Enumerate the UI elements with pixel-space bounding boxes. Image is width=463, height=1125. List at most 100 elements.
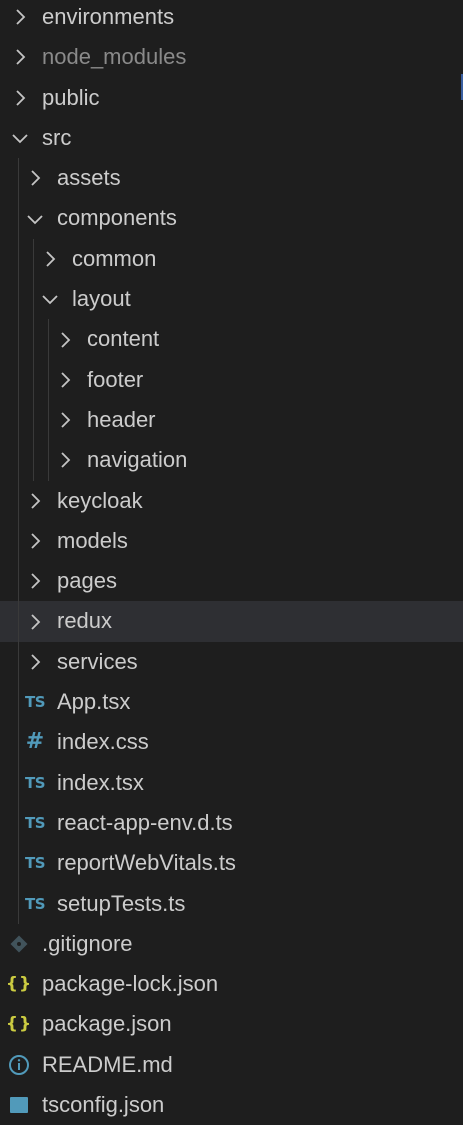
file-row-package-json[interactable]: {} package.json	[0, 1004, 463, 1044]
indent-guide	[33, 319, 34, 360]
indent-guide	[18, 682, 19, 723]
chevron-right-icon[interactable]	[24, 561, 46, 601]
folder-label: footer	[87, 366, 144, 392]
folder-label: navigation	[87, 447, 188, 473]
indent-guide	[18, 762, 19, 803]
folder-label: src	[42, 124, 72, 150]
folder-label: keycloak	[57, 487, 143, 513]
folder-row-models[interactable]: models	[0, 520, 463, 562]
folder-row-services[interactable]: services	[0, 641, 463, 683]
chevron-down-icon[interactable]	[24, 198, 46, 238]
chevron-right-icon[interactable]	[39, 239, 61, 279]
indent-guide	[18, 480, 19, 521]
folder-label: models	[57, 527, 128, 553]
chevron-right-icon[interactable]	[54, 440, 76, 480]
indent-guide	[18, 238, 19, 280]
indent-guide	[18, 158, 19, 199]
css-file-icon: #	[25, 729, 45, 755]
indent-guide	[18, 641, 19, 683]
typescript-file-icon: TS	[24, 854, 46, 873]
chevron-right-icon[interactable]	[54, 319, 76, 359]
folder-row-layout[interactable]: layout	[0, 279, 463, 320]
file-label: reportWebVitals.ts	[57, 850, 236, 876]
indent-guide	[18, 561, 19, 602]
indent-guide	[48, 440, 49, 481]
indent-guide	[33, 399, 34, 441]
indent-guide	[33, 238, 34, 280]
indent-guide	[18, 198, 19, 239]
git-file-icon	[6, 924, 32, 964]
indent-guide	[18, 601, 19, 642]
file-label: react-app-env.d.ts	[57, 809, 233, 835]
file-label: index.tsx	[57, 769, 144, 795]
chevron-right-icon[interactable]	[9, 78, 31, 118]
indent-guide	[18, 883, 19, 924]
file-row-package-lock-json[interactable]: {} package-lock.json	[0, 964, 463, 1004]
chevron-right-icon[interactable]	[24, 642, 46, 682]
chevron-right-icon[interactable]	[9, 0, 31, 37]
folder-row-redux[interactable]: redux	[0, 601, 463, 642]
indent-guide	[18, 520, 19, 562]
folder-row-keycloak[interactable]: keycloak	[0, 480, 463, 521]
file-explorer-tree: environments node_modules public src assets c…	[0, 0, 463, 1125]
json-file-icon: {}	[5, 974, 33, 995]
chevron-right-icon[interactable]	[24, 521, 46, 561]
chevron-right-icon[interactable]	[24, 601, 46, 641]
folder-row-header[interactable]: header	[0, 399, 463, 441]
indent-guide	[18, 399, 19, 441]
indent-guide	[18, 319, 19, 360]
file-label: README.md	[42, 1051, 173, 1077]
chevron-right-icon[interactable]	[24, 158, 46, 198]
folder-label: node_modules	[42, 44, 187, 70]
indent-guide	[18, 440, 19, 481]
file-row-index-tsx[interactable]: TS index.tsx	[0, 762, 463, 803]
indent-guide	[33, 359, 34, 400]
folder-label: services	[57, 648, 138, 674]
chevron-right-icon[interactable]	[9, 37, 31, 77]
folder-row-src[interactable]: src	[0, 118, 463, 158]
file-row-react-app-env-d-ts[interactable]: TS react-app-env.d.ts	[0, 802, 463, 844]
typescript-file-icon: TS	[24, 773, 46, 792]
indent-guide	[48, 399, 49, 441]
folder-label: environments	[42, 4, 175, 29]
file-label: .gitignore	[42, 930, 133, 956]
file-row-tsconfig-json[interactable]: tsconfig.json	[0, 1085, 463, 1125]
folder-row-content[interactable]: content	[0, 319, 463, 360]
folder-row-components[interactable]: components	[0, 198, 463, 239]
chevron-down-icon[interactable]	[39, 279, 61, 319]
info-icon	[6, 1045, 32, 1085]
folder-label: pages	[57, 568, 117, 594]
file-row-setuptests-ts[interactable]: TS setupTests.ts	[0, 883, 463, 924]
typescript-file-icon: TS	[24, 894, 46, 913]
indent-guide	[48, 359, 49, 400]
folder-row-footer[interactable]: footer	[0, 359, 463, 400]
indent-guide	[18, 843, 19, 884]
file-label: setupTests.ts	[57, 890, 186, 916]
chevron-right-icon[interactable]	[54, 360, 76, 400]
file-row-app-tsx[interactable]: TS App.tsx	[0, 682, 463, 723]
indent-guide	[18, 722, 19, 763]
file-row-index-css[interactable]: # index.css	[0, 722, 463, 763]
file-row-gitignore[interactable]: .gitignore	[0, 924, 463, 964]
folder-row-assets[interactable]: assets	[0, 158, 463, 199]
indent-guide	[33, 279, 34, 320]
folder-row-public[interactable]: public	[0, 78, 463, 118]
indent-guide	[18, 802, 19, 844]
chevron-right-icon[interactable]	[24, 481, 46, 521]
indent-guide	[18, 359, 19, 400]
folder-row-environments[interactable]: environments	[0, 0, 463, 37]
folder-row-node-modules[interactable]: node_modules	[0, 37, 463, 77]
chevron-down-icon[interactable]	[9, 118, 31, 158]
folder-row-navigation[interactable]: navigation	[0, 440, 463, 481]
indent-guide	[48, 319, 49, 360]
file-label: App.tsx	[57, 689, 131, 715]
folder-row-pages[interactable]: pages	[0, 561, 463, 602]
file-row-readme-md[interactable]: README.md	[0, 1045, 463, 1085]
typescript-file-icon: TS	[24, 693, 46, 712]
chevron-right-icon[interactable]	[54, 400, 76, 440]
folder-row-common[interactable]: common	[0, 238, 463, 280]
typescript-file-icon: TS	[24, 813, 46, 832]
json-file-icon: {}	[5, 1014, 33, 1035]
file-row-reportwebvitals-ts[interactable]: TS reportWebVitals.ts	[0, 843, 463, 884]
indent-guide	[18, 279, 19, 320]
